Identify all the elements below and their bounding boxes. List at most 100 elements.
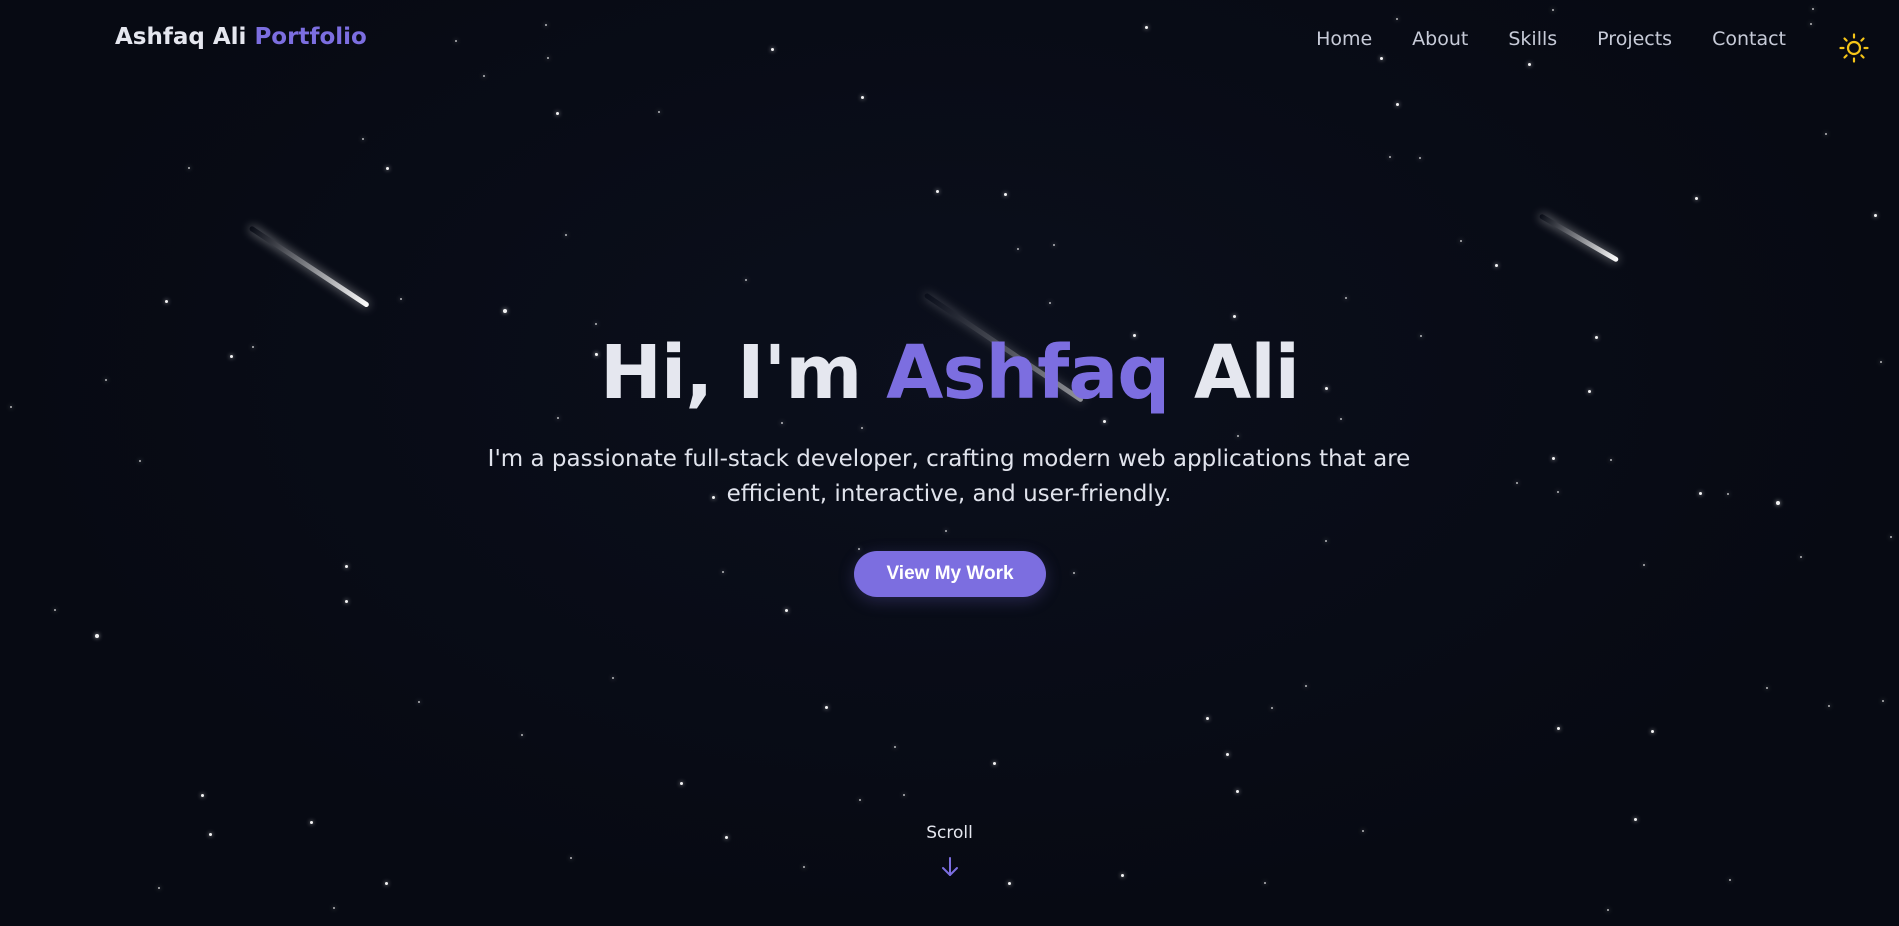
view-my-work-button[interactable]: View My Work <box>854 551 1046 597</box>
star-dot <box>993 762 996 765</box>
star-dot <box>565 234 567 236</box>
star-dot <box>1233 315 1236 318</box>
nav-link-projects[interactable]: Projects <box>1597 28 1672 50</box>
star-dot <box>418 701 420 703</box>
sun-icon <box>1839 33 1869 63</box>
navbar: Ashfaq Ali Portfolio Home About Skills P… <box>0 0 1899 84</box>
star-dot <box>1237 435 1239 437</box>
star-dot <box>825 706 828 709</box>
star-dot <box>1557 491 1559 493</box>
star-dot <box>903 794 905 796</box>
star-dot <box>936 190 939 193</box>
star-dot <box>858 548 860 550</box>
hero-first-name: Ashfaq <box>886 330 1170 416</box>
star-dot <box>1651 730 1654 733</box>
hero-section: Ashfaq Ali Portfolio Home About Skills P… <box>0 0 1899 926</box>
star-dot <box>1264 882 1266 884</box>
star-dot <box>894 746 896 748</box>
brand-logo[interactable]: Ashfaq Ali Portfolio <box>115 24 367 50</box>
star-dot <box>1800 556 1802 558</box>
star-dot <box>1643 564 1645 566</box>
star-dot <box>1460 240 1462 242</box>
star-dot <box>1236 790 1239 793</box>
scroll-down-button[interactable] <box>940 856 960 878</box>
star-dot <box>1419 157 1421 159</box>
star-dot <box>385 882 388 885</box>
star-dot <box>345 565 348 568</box>
star-dot <box>658 111 660 113</box>
star-dot <box>1226 753 1229 756</box>
star-dot <box>1049 302 1051 304</box>
star-dot <box>165 300 168 303</box>
star-dot <box>1610 459 1612 461</box>
star-dot <box>859 799 861 801</box>
star-dot <box>362 138 364 140</box>
shooting-star <box>248 225 370 308</box>
star-dot <box>54 609 56 611</box>
scroll-label: Scroll <box>926 823 973 843</box>
star-dot <box>139 460 141 462</box>
star-dot <box>333 907 335 909</box>
star-dot <box>201 794 204 797</box>
star-dot <box>345 600 348 603</box>
star-dot <box>781 422 783 424</box>
star-dot <box>1325 540 1327 542</box>
star-dot <box>745 279 747 281</box>
hero-last-name: Ali <box>1194 330 1300 416</box>
star-dot <box>861 427 863 429</box>
star-dot <box>1825 133 1827 135</box>
star-dot <box>95 634 99 638</box>
star-dot <box>595 323 597 325</box>
star-dot <box>1121 874 1124 877</box>
star-dot <box>1103 420 1106 423</box>
brand-accent: Portfolio <box>254 24 367 50</box>
arrow-down-icon <box>942 857 958 876</box>
star-dot <box>1053 244 1055 246</box>
star-dot <box>158 887 160 889</box>
star-dot <box>386 167 389 170</box>
star-dot <box>521 734 523 736</box>
star-dot <box>1389 156 1391 158</box>
star-dot <box>1695 197 1698 200</box>
star-dot <box>803 866 805 868</box>
star-dot <box>1607 909 1609 911</box>
nav-link-home[interactable]: Home <box>1316 28 1372 50</box>
nav-links: Home About Skills Projects Contact <box>1316 28 1786 50</box>
star-dot <box>1516 482 1518 484</box>
star-dot <box>1776 501 1780 505</box>
star-dot <box>1073 572 1075 574</box>
star-dot <box>1396 103 1399 106</box>
star-dot <box>556 112 559 115</box>
star-dot <box>1634 818 1637 821</box>
hero-greeting: Hi, I'm <box>599 330 862 416</box>
star-dot <box>1340 418 1342 420</box>
star-dot <box>1766 687 1768 689</box>
star-dot <box>1495 264 1498 267</box>
hero-heading: Hi, I'm Ashfaq Ali <box>0 330 1899 416</box>
star-dot <box>503 309 507 313</box>
star-dot <box>722 571 724 573</box>
nav-link-contact[interactable]: Contact <box>1712 28 1786 50</box>
nav-link-about[interactable]: About <box>1412 28 1468 50</box>
star-dot <box>1828 705 1830 707</box>
star-dot <box>1008 882 1011 885</box>
star-dot <box>1004 193 1007 196</box>
theme-toggle-button[interactable] <box>1839 33 1869 63</box>
star-dot <box>1271 707 1273 709</box>
shooting-star <box>1538 213 1620 263</box>
star-dot <box>1727 493 1729 495</box>
hero-subtitle: I'm a passionate full-stack developer, c… <box>487 446 1411 507</box>
star-dot <box>1882 700 1884 702</box>
star-dot <box>612 677 614 679</box>
star-dot <box>1206 717 1209 720</box>
star-dot <box>1874 214 1877 217</box>
nav-link-skills[interactable]: Skills <box>1508 28 1557 50</box>
star-dot <box>557 417 559 419</box>
star-dot <box>1699 492 1702 495</box>
star-dot <box>680 782 683 785</box>
star-dot <box>1552 457 1555 460</box>
star-dot <box>945 530 947 532</box>
star-dot <box>1557 727 1560 730</box>
star-dot <box>1017 248 1019 250</box>
star-dot <box>1890 536 1892 538</box>
